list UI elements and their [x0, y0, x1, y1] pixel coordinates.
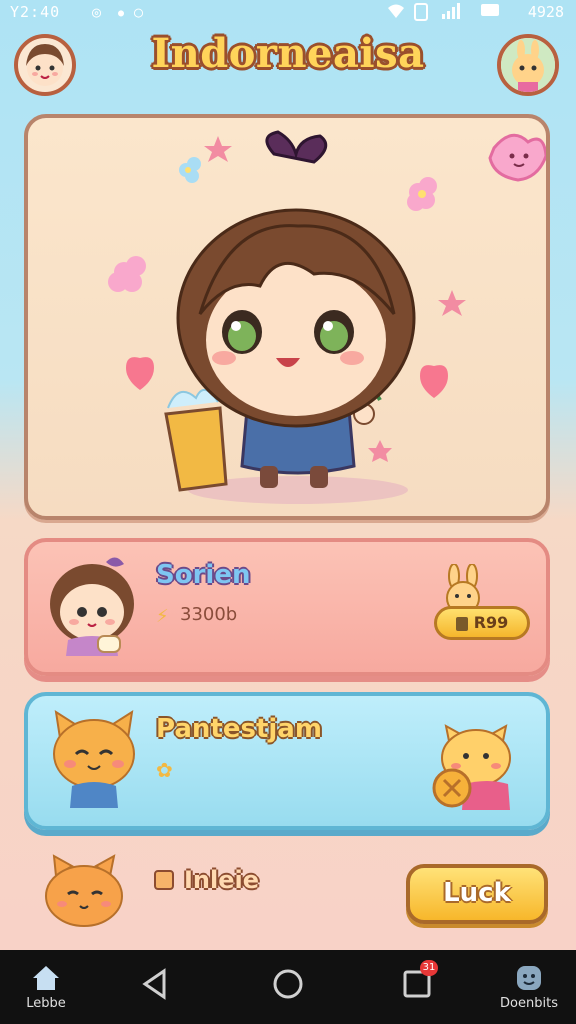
status-right-text: 4928	[527, 3, 564, 21]
chibi-girl-icon	[108, 130, 548, 504]
home-icon	[33, 966, 59, 990]
nav-home-label: Lebbe	[26, 996, 66, 1011]
notification-badge: 31	[420, 960, 438, 976]
nav-profile-label: Doenbits	[500, 996, 558, 1011]
reward-button-label: R99	[473, 613, 509, 632]
battery-icon	[480, 3, 500, 21]
quest-card-pantestjam[interactable]: Pantestjam ✿	[24, 692, 550, 830]
cat-mascot-icon	[45, 854, 123, 927]
lightning-icon: ⚡	[156, 606, 169, 627]
heart-icon	[126, 357, 154, 390]
game-title: Indorneaisa	[151, 30, 425, 77]
cat-shield-icon	[432, 724, 511, 810]
card-title: Sorien	[156, 560, 251, 590]
girl-avatar-icon	[26, 44, 64, 86]
signal-icon	[440, 3, 462, 23]
home-circle-icon[interactable]	[272, 968, 304, 1000]
sim-icon	[414, 3, 428, 25]
face-icon	[517, 966, 541, 990]
system-nav-bar: Lebbe Doenbits	[0, 950, 576, 1024]
pink-bow-icon	[488, 133, 548, 182]
nav-home[interactable]: Lebbe	[16, 964, 76, 1011]
quest-card-sorien[interactable]: Sorien ⚡ 3300b R99	[24, 538, 550, 676]
back-icon[interactable]	[140, 968, 170, 1000]
card-subtitle: 3300b	[180, 604, 238, 625]
flower-icon: ✿	[156, 758, 173, 782]
dot-icon: ●	[118, 8, 125, 19]
friend-avatar[interactable]	[497, 34, 559, 96]
status-time: Y2:40	[10, 3, 61, 21]
card-title: Pantestjam	[156, 714, 322, 744]
girl-character-icon	[50, 557, 134, 656]
status-bar: Y2:40 ◎ ● ○ 4928	[0, 0, 576, 26]
tag-icon	[154, 870, 174, 890]
bottom-label: Inleie	[184, 866, 260, 894]
reward-button[interactable]: R99	[434, 606, 530, 640]
character-showcase[interactable]	[24, 114, 550, 520]
cat-character-icon	[53, 709, 135, 808]
nav-profile[interactable]: Doenbits	[494, 964, 564, 1011]
luck-button[interactable]: Luck	[406, 864, 548, 924]
camera-icon: ◎	[92, 3, 102, 21]
player-avatar[interactable]	[14, 34, 76, 96]
bunny-avatar-icon	[501, 38, 555, 92]
wifi-icon	[386, 3, 406, 23]
item-icon	[455, 616, 468, 631]
circle-icon: ○	[134, 3, 144, 21]
